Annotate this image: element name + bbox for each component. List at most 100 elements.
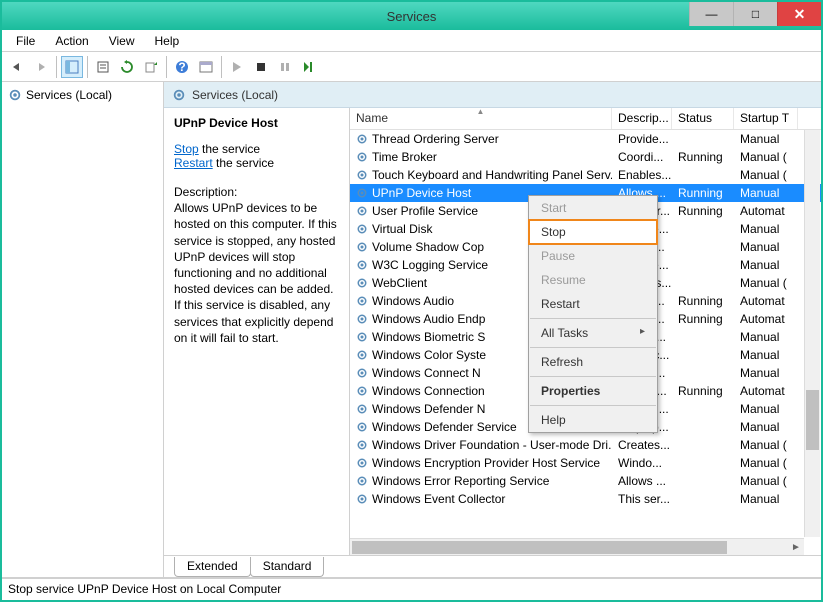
start-service-button[interactable] (226, 56, 248, 78)
service-row[interactable]: Time BrokerCoordi...RunningManual ( (350, 148, 821, 166)
service-row[interactable]: Windows Driver Foundation - User-mode Dr… (350, 436, 821, 454)
cell-description: Provide... (612, 132, 672, 146)
close-button[interactable]: ✕ (777, 2, 821, 26)
tab-standard[interactable]: Standard (250, 557, 325, 577)
export-toolbar-button[interactable] (140, 56, 162, 78)
pane-header: Services (Local) (164, 82, 821, 108)
service-row[interactable]: Touch Keyboard and Handwriting Panel Ser… (350, 166, 821, 184)
window-controls: — □ ✕ (689, 2, 821, 26)
cell-status: Running (672, 150, 734, 164)
properties-toolbar-button[interactable] (92, 56, 114, 78)
cell-startup: Manual (734, 366, 798, 380)
cell-startup: Manual ( (734, 168, 798, 182)
cell-status: Running (672, 204, 734, 218)
cell-startup: Manual (734, 330, 798, 344)
svg-text:?: ? (178, 60, 185, 74)
stop-service-link[interactable]: Stop (174, 142, 199, 156)
tree-root-item[interactable]: Services (Local) (6, 86, 159, 104)
refresh-toolbar-button[interactable] (116, 56, 138, 78)
titlebar: Services — □ ✕ (2, 2, 821, 30)
pause-service-button[interactable] (274, 56, 296, 78)
context-properties[interactable]: Properties (529, 379, 657, 403)
context-all-tasks[interactable]: All Tasks (529, 321, 657, 345)
vertical-scrollbar[interactable] (804, 130, 820, 537)
back-button[interactable] (6, 56, 28, 78)
cell-startup: Manual ( (734, 276, 798, 290)
statusbar-text: Stop service UPnP Device Host on Local C… (8, 582, 281, 596)
cell-startup: Manual (734, 222, 798, 236)
service-dialog-button[interactable] (195, 56, 217, 78)
context-restart[interactable]: Restart (529, 292, 657, 316)
maximize-button[interactable]: □ (733, 2, 777, 26)
forward-button[interactable] (30, 56, 52, 78)
cell-startup: Manual (734, 420, 798, 434)
cell-startup: Manual (734, 492, 798, 506)
context-separator (530, 405, 656, 406)
column-status[interactable]: Status (672, 108, 734, 129)
cell-status: Running (672, 294, 734, 308)
toolbar: ? (2, 52, 821, 82)
horizontal-scrollbar[interactable]: ◄ ► (350, 538, 804, 555)
context-start: Start (529, 196, 657, 220)
service-row[interactable]: Windows Error Reporting ServiceAllows ..… (350, 472, 821, 490)
context-resume: Resume (529, 268, 657, 292)
service-row[interactable]: Windows Encryption Provider Host Service… (350, 454, 821, 472)
cell-description: Windo... (612, 456, 672, 470)
restart-service-button[interactable] (298, 56, 320, 78)
toolbar-separator (56, 56, 57, 78)
restart-service-link[interactable]: Restart (174, 156, 213, 170)
scroll-right-arrow[interactable]: ► (788, 539, 804, 555)
cell-startup: Manual ( (734, 474, 798, 488)
context-menu: Start Stop Pause Resume Restart All Task… (528, 195, 658, 433)
services-icon (172, 88, 186, 102)
toolbar-separator (166, 56, 167, 78)
list-pane: Name Descrip... Status Startup T Thread … (350, 108, 821, 555)
cell-status: Running (672, 186, 734, 200)
cell-startup: Manual ( (734, 456, 798, 470)
toolbar-separator (221, 56, 222, 78)
context-pause: Pause (529, 244, 657, 268)
menu-action[interactable]: Action (47, 32, 96, 50)
stop-service-button[interactable] (250, 56, 272, 78)
scroll-thumb-vertical[interactable] (806, 390, 819, 450)
service-row[interactable]: Thread Ordering ServerProvide... Manual (350, 130, 821, 148)
cell-status: Running (672, 384, 734, 398)
cell-startup: Manual (734, 258, 798, 272)
menu-help[interactable]: Help (147, 32, 188, 50)
stop-service-line: Stop the service (174, 142, 339, 156)
help-toolbar-button[interactable]: ? (171, 56, 193, 78)
cell-description: Creates... (612, 438, 672, 452)
menu-view[interactable]: View (101, 32, 143, 50)
context-separator (530, 318, 656, 319)
minimize-button[interactable]: — (689, 2, 733, 26)
cell-description: Coordi... (612, 150, 672, 164)
cell-name: Time Broker (350, 150, 612, 164)
column-startup[interactable]: Startup T (734, 108, 798, 129)
services-icon (8, 88, 22, 102)
split-view: UPnP Device Host Stop the service Restar… (164, 108, 821, 555)
cell-description: This ser... (612, 492, 672, 506)
cell-startup: Manual ( (734, 150, 798, 164)
cell-startup: Automat (734, 384, 798, 398)
description-label: Description: (174, 184, 339, 200)
context-stop[interactable]: Stop (529, 220, 657, 244)
tab-extended[interactable]: Extended (174, 557, 251, 577)
context-help[interactable]: Help (529, 408, 657, 432)
cell-name: Windows Driver Foundation - User-mode Dr… (350, 438, 612, 452)
cell-name: Thread Ordering Server (350, 132, 612, 146)
context-refresh[interactable]: Refresh (529, 350, 657, 374)
description-body: Allows UPnP devices to be hosted on this… (174, 200, 339, 346)
description-block: Description: Allows UPnP devices to be h… (174, 184, 339, 346)
column-description[interactable]: Descrip... (612, 108, 672, 129)
service-row[interactable]: Windows Event CollectorThis ser...Manual (350, 490, 821, 508)
cell-startup: Manual (734, 132, 798, 146)
list-body[interactable]: Thread Ordering ServerProvide... Manual Ti… (350, 130, 821, 555)
menu-file[interactable]: File (8, 32, 43, 50)
cell-description: Enables... (612, 168, 672, 182)
stop-suffix: the service (199, 142, 260, 156)
list-header: Name Descrip... Status Startup T (350, 108, 821, 130)
cell-name: Windows Error Reporting Service (350, 474, 612, 488)
show-hide-tree-button[interactable] (61, 56, 83, 78)
column-name[interactable]: Name (350, 108, 612, 129)
scroll-thumb-horizontal[interactable] (352, 541, 727, 554)
